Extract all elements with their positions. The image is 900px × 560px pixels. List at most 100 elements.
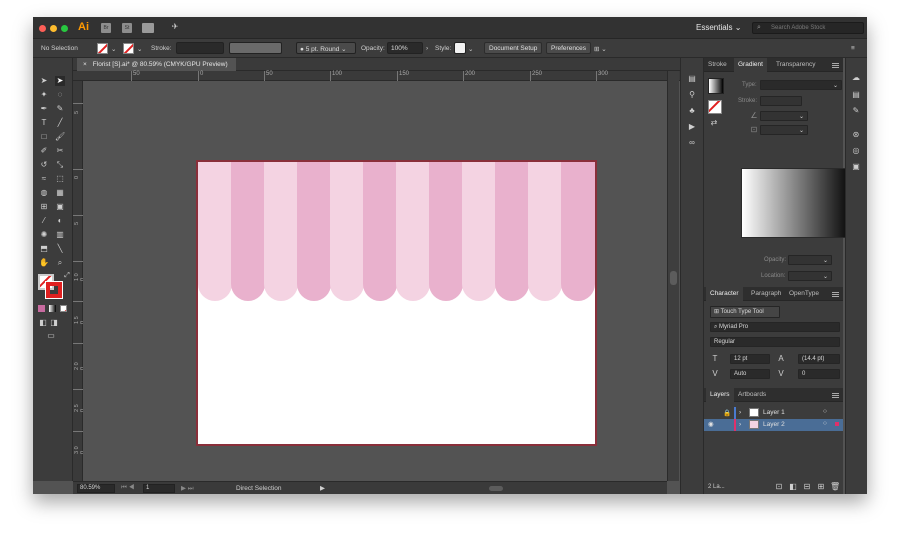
gradient-fill-stroke-swatch[interactable] — [708, 100, 722, 114]
canvas[interactable] — [83, 81, 667, 481]
gradient-type-select[interactable]: ⌄ — [760, 80, 842, 90]
awning-stripe[interactable] — [495, 162, 529, 301]
awning-stripe[interactable] — [561, 162, 595, 301]
stroke-gradient-option[interactable] — [760, 96, 802, 106]
next-artboard-icon[interactable]: ▶ ⏭ — [181, 484, 194, 493]
vertical-scrollbar[interactable] — [667, 71, 679, 481]
stroke-dropdown-icon[interactable]: ⌄ — [137, 45, 142, 53]
lock-icon[interactable]: 🔒 — [723, 409, 731, 417]
appearance-icon[interactable]: ◎ — [851, 146, 861, 156]
color-mode-icon[interactable] — [38, 305, 45, 312]
scroll-thumb[interactable] — [670, 271, 677, 285]
target-icon[interactable]: ○ — [823, 420, 827, 427]
zoom-field[interactable]: 80.59% — [77, 484, 115, 493]
tab-paragraph[interactable]: Paragraph — [751, 290, 781, 297]
rectangle-tool-icon[interactable]: □ — [39, 132, 49, 142]
document-tab[interactable]: × Florist [S].ai* @ 80.59% (CMYK/GPU Prev… — [77, 58, 236, 71]
gradient-mode-icon[interactable] — [49, 305, 56, 312]
awning-stripe[interactable] — [429, 162, 463, 301]
gradient-preview-swatch[interactable] — [708, 78, 724, 94]
puppet-warp-icon[interactable]: ⚲ — [687, 90, 697, 100]
properties-icon[interactable]: ▤ — [851, 90, 861, 100]
font-family-select[interactable]: ⌕ Myriad Pro — [710, 322, 840, 332]
scissors-tool-icon[interactable]: ✂ — [55, 146, 65, 156]
expand-chevron-icon[interactable]: › — [739, 409, 741, 416]
fill-swatch[interactable] — [97, 43, 108, 54]
lasso-tool-icon[interactable]: ◌ — [55, 90, 65, 100]
layer-name[interactable]: Layer 2 — [763, 421, 785, 428]
panel-menu-icon[interactable]: ≡ — [851, 45, 855, 52]
layer-row[interactable]: 🔒 › Layer 1 ○ — [704, 407, 843, 419]
line-tool-icon[interactable]: ╱ — [55, 118, 65, 128]
tab-character[interactable]: Character — [706, 287, 743, 301]
zoom-window-button[interactable] — [61, 25, 68, 32]
style-dropdown-icon[interactable]: ⌄ — [468, 45, 473, 53]
draw-behind-icon[interactable]: ◨ — [49, 318, 59, 328]
bridge-button[interactable]: Br — [101, 23, 111, 33]
zoom-tool-icon[interactable]: ⌕ — [55, 258, 65, 268]
stop-opacity-field[interactable]: ⌄ — [788, 255, 832, 265]
actions-icon[interactable]: ▶ — [687, 122, 697, 132]
color-guide-icon[interactable]: ⊛ — [851, 130, 861, 140]
image-trace-icon[interactable]: ▤ — [687, 74, 697, 84]
opacity-chevron-icon[interactable]: › — [426, 45, 428, 52]
warp-tool-icon[interactable]: ≈ — [39, 174, 49, 184]
gradient-angle-field[interactable]: ⌄ — [760, 111, 808, 121]
pen-tool-icon[interactable]: ✒ — [39, 104, 49, 114]
shaper-tool-icon[interactable]: ✐ — [39, 146, 49, 156]
minimize-window-button[interactable] — [50, 25, 57, 32]
shape-builder-tool-icon[interactable]: ◍ — [39, 188, 49, 198]
rotate-tool-icon[interactable]: ↺ — [39, 160, 49, 170]
close-tab-icon[interactable]: × — [83, 61, 87, 68]
close-window-button[interactable] — [39, 25, 46, 32]
tab-transparency[interactable]: Transparency — [776, 61, 816, 68]
gpu-performance-icon[interactable]: ✈ — [170, 22, 180, 32]
new-sublayer-icon[interactable]: ⊟ — [802, 482, 812, 492]
preferences-button[interactable]: Preferences — [546, 42, 592, 54]
horizontal-ruler[interactable]: 50 0 50 100 150 200 250 300 — [73, 71, 707, 81]
swap-fill-stroke-icon[interactable]: ⤢ — [62, 271, 72, 281]
gradient-slider[interactable] — [741, 168, 854, 238]
tab-layers[interactable]: Layers — [706, 388, 734, 402]
locate-object-icon[interactable]: ⊡ — [774, 482, 784, 492]
panel-menu-icon[interactable] — [832, 393, 839, 398]
document-setup-button[interactable]: Document Setup — [484, 42, 543, 54]
brushes-icon[interactable]: ✎ — [851, 106, 861, 116]
none-mode-icon[interactable] — [60, 305, 67, 312]
selection-tool-icon[interactable]: ➤ — [39, 76, 49, 86]
awning-stripe[interactable] — [396, 162, 430, 301]
clipping-mask-icon[interactable]: ◧ — [788, 482, 798, 492]
font-size-field[interactable]: 12 pt — [730, 354, 770, 364]
awning-stripe[interactable] — [297, 162, 331, 301]
stock-search-input[interactable]: ⌕ Search Adobe Stock — [752, 22, 864, 34]
magic-wand-tool-icon[interactable]: ✦ — [39, 90, 49, 100]
type-tool-icon[interactable]: T — [39, 118, 49, 128]
panel-menu-icon[interactable] — [832, 292, 839, 297]
workspace-switcher[interactable]: Essentials ⌄ — [696, 23, 741, 32]
free-transform-tool-icon[interactable]: ⬚ — [55, 174, 65, 184]
arrange-documents-icon[interactable] — [142, 23, 154, 33]
brush-definition-field[interactable]: ● 5 pt. Round ⌄ — [296, 42, 356, 54]
direct-selection-tool-icon[interactable]: ➤ — [55, 76, 65, 86]
blend-tool-icon[interactable]: ◐ — [55, 216, 65, 226]
stroke-weight-field[interactable] — [176, 42, 224, 54]
tab-opentype[interactable]: OpenType — [789, 290, 819, 297]
awning-stripe[interactable] — [231, 162, 265, 301]
screen-mode-icon[interactable]: ▭ — [46, 331, 56, 341]
touch-type-tool-button[interactable]: ⊞ Touch Type Tool — [710, 306, 780, 318]
tab-stroke[interactable]: Stroke — [708, 61, 727, 68]
layer-name[interactable]: Layer 1 — [763, 409, 785, 416]
paintbrush-tool-icon[interactable]: 🖌 — [55, 132, 65, 142]
tab-artboards[interactable]: Artboards — [738, 391, 766, 398]
awning-stripe[interactable] — [462, 162, 496, 301]
awning-stripe[interactable] — [363, 162, 397, 301]
vertical-ruler[interactable]: 5 0 5 1 0 0 1 5 0 2 0 0 2 5 0 3 0 0 — [73, 81, 86, 481]
align-icon[interactable]: ⊞ ⌄ — [594, 45, 607, 53]
draw-mode-icon[interactable]: ◧ — [38, 318, 48, 328]
awning-stripe[interactable] — [330, 162, 364, 301]
eyedropper-tool-icon[interactable]: ⁄ — [39, 216, 49, 226]
variable-width-field[interactable] — [229, 42, 282, 54]
curvature-tool-icon[interactable]: ✎ — [55, 104, 65, 114]
graphic-styles-icon[interactable]: ▣ — [851, 162, 861, 172]
awning-stripe[interactable] — [264, 162, 298, 301]
